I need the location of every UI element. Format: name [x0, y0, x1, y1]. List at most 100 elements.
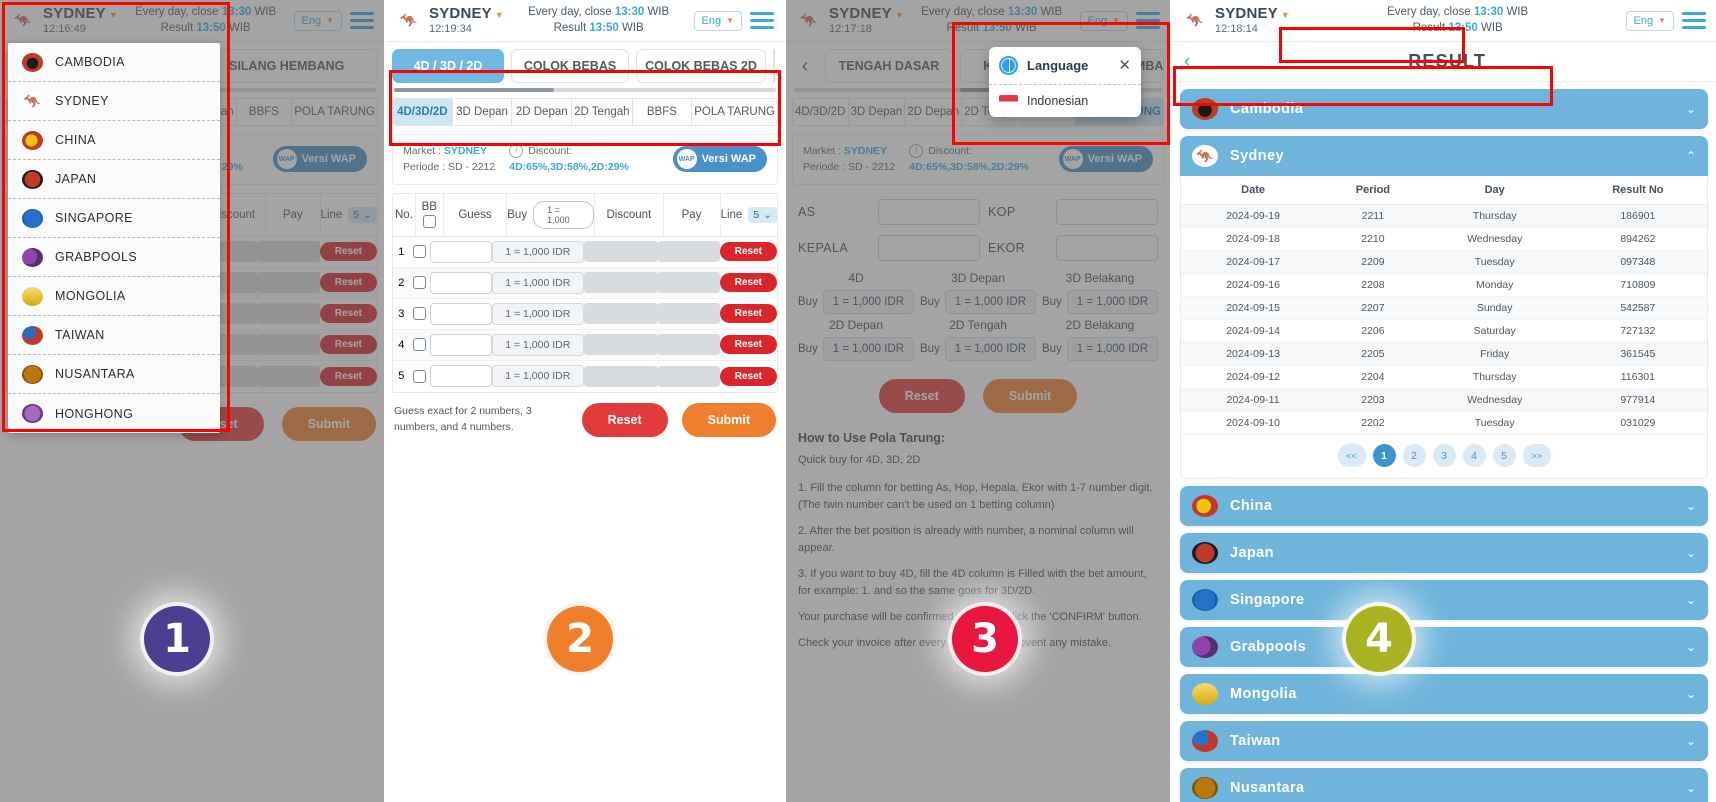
language-selector-p4[interactable]: Eng ▼ [1625, 10, 1674, 31]
accordion-grabpools[interactable]: Grabpools ⌄ [1180, 627, 1708, 667]
buy-amount-chip[interactable]: 1 = 1,000 IDR [491, 333, 584, 356]
subtab-3d-depan[interactable]: 3D Depan [848, 99, 906, 125]
bb-checkbox[interactable] [413, 369, 427, 383]
as-input[interactable] [878, 198, 980, 225]
guess-input[interactable] [429, 302, 492, 325]
accordion-japan[interactable]: Japan ⌄ [1180, 533, 1708, 573]
buy-amount-chip[interactable]: 1 = 1,000 IDR [822, 289, 914, 314]
market-option-china[interactable]: CHINA [8, 121, 220, 160]
market-selector-p2[interactable]: SYDNEY▼ 12:19:34 [396, 5, 504, 35]
buy-amount-chip[interactable]: 1 = 1,000 IDR [491, 240, 584, 263]
row-reset-button[interactable]: Reset [319, 242, 377, 262]
language-selector-p1[interactable]: Eng ▼ [293, 10, 342, 31]
subtab-4d3d2d[interactable]: 4D/3D/2D [793, 99, 849, 125]
subtab-3d-depan[interactable]: 3D Depan [452, 99, 513, 125]
accordion-mongolia[interactable]: Mongolia ⌄ [1180, 674, 1708, 714]
subtab-bbfs[interactable]: BBFS [236, 99, 293, 125]
market-selector-p3[interactable]: SYDNEY▼ 12:17:18 [796, 5, 904, 35]
row-reset-button[interactable]: Reset [719, 273, 777, 293]
guess-input[interactable] [429, 271, 492, 294]
market-option-mongolia[interactable]: MONGOLIA [8, 277, 220, 316]
pager-button[interactable]: 2 [1402, 444, 1426, 467]
market-dropdown-p1[interactable]: CAMBODIA SYDNEY CHINA JAPAN SINGAPORE GRABPOO… [8, 43, 220, 433]
accordion-nusantara[interactable]: Nusantara ⌄ [1180, 768, 1708, 802]
accordion-cambodia[interactable]: Cambodia ⌄ [1180, 89, 1708, 129]
pager-button[interactable]: 4 [1462, 444, 1486, 467]
pager-button[interactable]: << [1337, 444, 1366, 467]
bb-checkbox[interactable] [413, 245, 427, 259]
pager-button[interactable]: 5 [1492, 444, 1516, 467]
accordion-taiwan[interactable]: Taiwan ⌄ [1180, 721, 1708, 761]
subtab-pola-tarung[interactable]: POLA TARUNG [692, 99, 777, 125]
subtab-bbfs[interactable]: BBFS [632, 99, 693, 125]
tab-tengah-dasar[interactable]: TENGAH DASAR [825, 49, 953, 83]
versi-wap-button-p2[interactable]: WAP Versi WAP [672, 146, 767, 173]
menu-button-p3[interactable] [1136, 12, 1160, 29]
submit-button-p1[interactable]: Submit [281, 406, 376, 441]
tab-scroll-indicator-p2[interactable] [394, 88, 776, 92]
buy-amount-chip[interactable]: 1 = 1,000 IDR [491, 365, 584, 388]
market-selector-p1[interactable]: SYDNEY▼ 12:16:49 [10, 5, 118, 35]
bb-checkbox[interactable] [413, 276, 427, 290]
buy-amount-chip[interactable]: 1 = 1,000 IDR [491, 302, 584, 325]
tabs-prev-icon[interactable]: ‹ [792, 51, 818, 81]
row-reset-button[interactable]: Reset [719, 304, 777, 324]
kepala-input[interactable] [878, 234, 980, 261]
pager-button[interactable]: >> [1522, 444, 1551, 467]
pager-button[interactable]: 3 [1432, 444, 1456, 467]
market-option-japan[interactable]: JAPAN [8, 160, 220, 199]
subtab-4d3d2d[interactable]: 4D/3D/2D [393, 99, 453, 125]
guess-input[interactable] [429, 365, 492, 388]
subtab-2d-depan[interactable]: 2D Depan [512, 99, 573, 125]
buy-amount-chip[interactable]: 1 = 1,000 IDR [1066, 336, 1158, 361]
market-option-sydney[interactable]: SYDNEY [8, 82, 220, 121]
buy-unit-chip[interactable]: 1 = 1,000 [533, 200, 595, 229]
language-selector-p3[interactable]: Eng ▼ [1079, 10, 1128, 31]
bb-all-checkbox[interactable] [422, 215, 436, 229]
row-reset-button[interactable]: Reset [719, 335, 777, 355]
menu-button-p4[interactable] [1682, 12, 1706, 29]
tab-colok[interactable]: COLOK [773, 49, 775, 83]
buy-amount-chip[interactable]: 1 = 1,000 IDR [944, 289, 1036, 314]
buy-amount-chip[interactable]: 1 = 1,000 IDR [1066, 289, 1158, 314]
market-option-taiwan[interactable]: TAIWAN [8, 316, 220, 355]
guess-input[interactable] [429, 240, 492, 263]
tab-colok-bebas-2d[interactable]: COLOK BEBAS 2D [636, 49, 766, 83]
close-icon[interactable]: ✕ [1118, 58, 1131, 73]
tab-colok-bebas[interactable]: COLOK BEBAS [511, 49, 629, 83]
reset-button-p3[interactable]: Reset [878, 378, 965, 413]
menu-button-p1[interactable] [350, 12, 374, 29]
accordion-china[interactable]: China ⌄ [1180, 486, 1708, 526]
kop-input[interactable] [1056, 198, 1158, 225]
buy-amount-chip[interactable]: 1 = 1,000 IDR [822, 336, 914, 361]
tab-4d3d2d[interactable]: 4D / 3D / 2D [392, 49, 504, 83]
buy-amount-chip[interactable]: 1 = 1,000 IDR [491, 271, 584, 294]
row-reset-button[interactable]: Reset [319, 366, 377, 386]
bb-checkbox[interactable] [413, 307, 427, 321]
market-option-grabpools[interactable]: GRABPOOLS [8, 238, 220, 277]
line-select[interactable]: 5 ⌄ [348, 206, 377, 223]
subtab-pola-tarung[interactable]: POLA TARUNG [292, 99, 377, 125]
guess-input[interactable] [429, 333, 492, 356]
pager-button[interactable]: 1 [1372, 444, 1396, 467]
submit-button-p3[interactable]: Submit [982, 378, 1078, 413]
buy-amount-chip[interactable]: 1 = 1,000 IDR [944, 336, 1036, 361]
accordion-sydney[interactable]: Sydney ⌃ [1180, 136, 1708, 176]
line-select[interactable]: 5 ⌄ [748, 206, 777, 223]
row-reset-button[interactable]: Reset [719, 242, 777, 262]
market-option-cambodia[interactable]: CAMBODIA [8, 43, 220, 82]
market-option-nusantara[interactable]: NUSANTARA [8, 355, 220, 394]
language-option-indonesian[interactable]: Indonesian [989, 85, 1141, 117]
accordion-singapore[interactable]: Singapore ⌄ [1180, 580, 1708, 620]
menu-button-p2[interactable] [750, 12, 774, 29]
row-reset-button[interactable]: Reset [719, 366, 777, 386]
versi-wap-button-p3[interactable]: WAP Versi WAP [1058, 146, 1153, 173]
tab-silang-hembang[interactable]: SILANG HEMBANG [195, 49, 378, 83]
language-selector-p2[interactable]: Eng ▼ [693, 10, 742, 31]
market-option-singapore[interactable]: SINGAPORE [8, 199, 220, 238]
reset-button-p2[interactable]: Reset [581, 402, 668, 437]
row-reset-button[interactable]: Reset [319, 273, 377, 293]
row-reset-button[interactable]: Reset [319, 335, 377, 355]
bb-checkbox[interactable] [413, 338, 427, 352]
market-selector-p4[interactable]: SYDNEY▼ 12:18:14 [1182, 5, 1290, 35]
